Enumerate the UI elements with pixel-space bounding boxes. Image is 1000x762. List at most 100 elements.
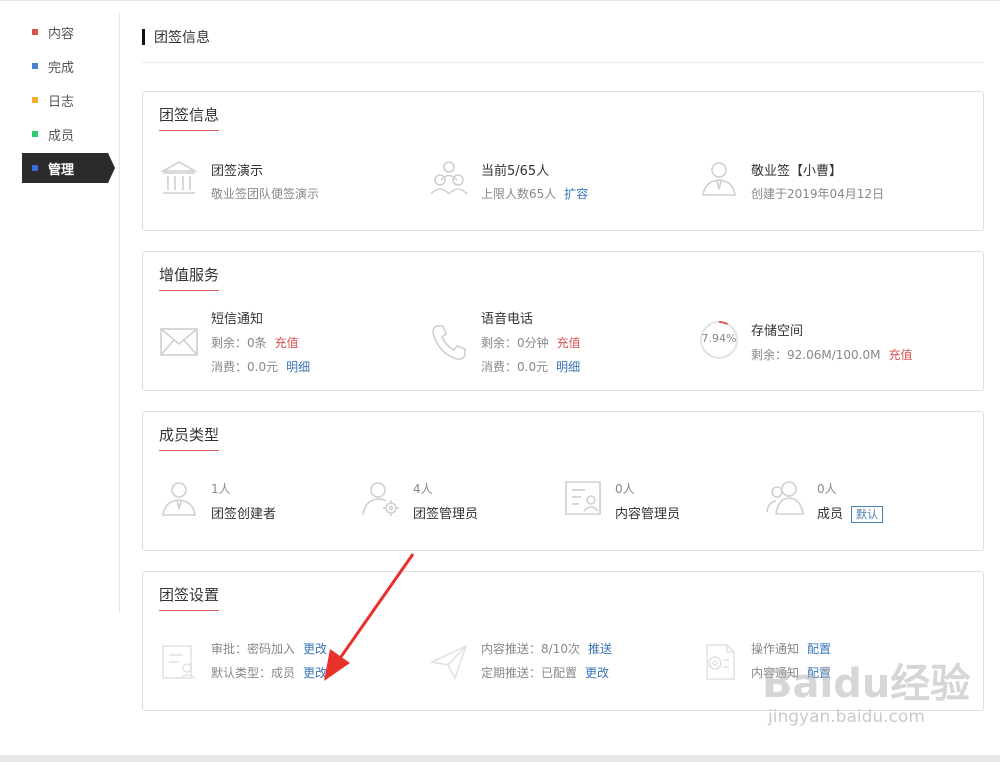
baidu-watermark: Baidu经验 jingyan.baidu.com xyxy=(762,651,982,746)
default-badge[interactable]: 默认 xyxy=(851,506,884,523)
user-tie-icon xyxy=(699,158,739,198)
panel-title: 团签信息 xyxy=(159,104,220,131)
team-name-cell: 团签演示 敬业签团队便签演示 xyxy=(159,158,419,204)
voice-remaining: 剩余：0分钟 充值 xyxy=(481,334,581,351)
id-card-icon xyxy=(563,478,603,518)
content-admin-type-cell: 0人 内容管理员 xyxy=(563,478,753,524)
sidebar-item-done[interactable]: 完成 xyxy=(22,51,108,81)
users-icon xyxy=(765,478,805,518)
member-label-text: 成员 xyxy=(817,507,844,522)
envelope-icon xyxy=(159,322,199,362)
value-services-panel: 增值服务 短信通知 剩余：0条 充值 消费：0.0元 明细 语音电话 剩余：0分钟充… xyxy=(142,251,984,391)
sms-cell: 短信通知 剩余：0条 充值 消费：0.0元 明细 xyxy=(159,308,419,378)
sms-cost: 消费：0.0元 明细 xyxy=(211,358,310,375)
panel-title: 成员类型 xyxy=(159,424,220,451)
sidebar-item-label: 完成 xyxy=(48,60,75,76)
storage-remaining: 剩余：92.06M/100.0M 充值 xyxy=(751,346,912,363)
voice-title: 语音电话 xyxy=(481,312,534,327)
paper-plane-icon xyxy=(429,642,469,682)
panel-title: 团签设置 xyxy=(159,584,220,611)
bullet-icon xyxy=(32,97,38,103)
admin-type-cell: 4人 团签管理员 xyxy=(361,478,551,524)
page-title: 团签信息 xyxy=(154,30,210,46)
approval-text: 审批：密码加入 xyxy=(211,642,296,656)
voice-detail-link[interactable]: 明细 xyxy=(556,360,580,374)
creator-count: 1人 xyxy=(211,482,231,496)
sms-remaining-text: 剩余：0条 xyxy=(211,336,267,350)
team-desc: 敬业签团队便签演示 xyxy=(211,187,320,201)
default-type-text: 默认类型：成员 xyxy=(211,666,296,680)
sidebar-item-label: 内容 xyxy=(48,26,75,42)
bullet-icon xyxy=(32,63,38,69)
bottom-bar xyxy=(0,755,1000,762)
creator-label: 团签创建者 xyxy=(211,507,277,522)
push-content-setting: 内容推送：8/10次 推送 xyxy=(481,640,612,657)
push-content-text: 内容推送：8/10次 xyxy=(481,642,580,656)
panel-title: 增值服务 xyxy=(159,264,220,291)
creator-type-cell: 1人 团签创建者 xyxy=(159,478,349,524)
member-types-panel: 成员类型 1人 团签创建者 4人 团签管理员 0人 内容管理员 0人 成员 默认 xyxy=(142,411,984,551)
sidebar-item-members[interactable]: 成员 xyxy=(22,119,108,149)
member-count-type: 0人 xyxy=(817,482,837,496)
team-members-cell: 当前5/65人 上限人数65人 扩容 xyxy=(429,158,689,204)
storage-ring: 7.94% xyxy=(699,320,739,360)
sms-recharge-link[interactable]: 充值 xyxy=(275,336,299,350)
push-schedule-text: 定期推送：已配置 xyxy=(481,666,578,680)
sidebar-item-manage[interactable]: 管理 xyxy=(22,153,115,183)
voice-cost-text: 消费：0.0元 xyxy=(481,360,549,374)
member-type-cell: 0人 成员 默认 xyxy=(765,478,965,524)
watermark-url: jingyan.baidu.com xyxy=(768,707,925,727)
sidebar: 内容 完成 日志 成员 管理 xyxy=(0,13,120,613)
user-gear-icon xyxy=(361,478,401,518)
push-cell: 内容推送：8/10次 推送 定期推送：已配置 更改 xyxy=(429,638,689,684)
sidebar-item-label: 管理 xyxy=(48,162,75,178)
bullet-icon xyxy=(32,131,38,137)
push-link[interactable]: 推送 xyxy=(588,642,612,656)
content-admin-count: 0人 xyxy=(615,482,635,496)
user-tie-icon xyxy=(159,478,199,518)
page-header: 团签信息 xyxy=(142,25,984,63)
title-bar-marker xyxy=(142,29,145,45)
voice-recharge-link[interactable]: 充值 xyxy=(557,336,581,350)
content-admin-label: 内容管理员 xyxy=(615,507,681,522)
expand-link[interactable]: 扩容 xyxy=(564,187,588,201)
annotation-arrow xyxy=(324,553,415,681)
team-name: 团签演示 xyxy=(211,164,264,179)
bullet-icon xyxy=(32,29,38,35)
sms-cost-text: 消费：0.0元 xyxy=(211,360,279,374)
app-frame: 内容 完成 日志 成员 管理 团签信息 团签信息 团签演示 敬业签团队便签演示 … xyxy=(0,0,1000,755)
group-icon xyxy=(429,158,469,198)
storage-recharge-link[interactable]: 充值 xyxy=(888,348,912,362)
admin-label: 团签管理员 xyxy=(413,507,479,522)
member-label: 成员 默认 xyxy=(817,503,884,523)
storage-cell: 7.94% 存储空间 剩余：92.06M/100.0M 充值 xyxy=(699,308,969,378)
created-date: 创建于2019年04月12日 xyxy=(751,187,885,201)
creator-cell: 敬业签【小曹】 创建于2019年04月12日 xyxy=(699,158,969,204)
sms-detail-link[interactable]: 明细 xyxy=(286,360,310,374)
watermark-logo: Baidu经验 xyxy=(762,661,971,707)
bank-icon xyxy=(159,158,199,198)
team-info-panel: 团签信息 团签演示 敬业签团队便签演示 当前5/65人 上限人数65人 扩容 敬… xyxy=(142,91,984,231)
voice-remaining-text: 剩余：0分钟 xyxy=(481,336,549,350)
bullet-icon xyxy=(32,165,38,171)
admin-count: 4人 xyxy=(413,482,433,496)
sidebar-item-label: 日志 xyxy=(48,94,75,110)
push-schedule-change-link[interactable]: 更改 xyxy=(585,666,609,680)
sidebar-item-content[interactable]: 内容 xyxy=(22,17,108,47)
voice-cost: 消费：0.0元 明细 xyxy=(481,358,580,375)
storage-remaining-text: 剩余：92.06M/100.0M xyxy=(751,348,881,362)
sidebar-item-log[interactable]: 日志 xyxy=(22,85,108,115)
voice-cell: 语音电话 剩余：0分钟 充值 消费：0.0元 明细 xyxy=(429,308,689,378)
sms-title: 短信通知 xyxy=(211,312,264,327)
storage-percent: 7.94% xyxy=(701,332,737,345)
member-count: 当前5/65人 xyxy=(481,164,550,179)
phone-icon xyxy=(429,322,469,362)
member-limit: 上限人数65人 扩容 xyxy=(481,185,588,202)
form-user-icon xyxy=(159,642,199,682)
storage-title: 存储空间 xyxy=(751,324,804,339)
creator-name: 敬业签【小曹】 xyxy=(751,164,843,179)
notice-doc-icon xyxy=(699,642,739,682)
member-limit-text: 上限人数65人 xyxy=(481,187,557,201)
sidebar-item-label: 成员 xyxy=(48,128,75,144)
sms-remaining: 剩余：0条 充值 xyxy=(211,334,299,351)
